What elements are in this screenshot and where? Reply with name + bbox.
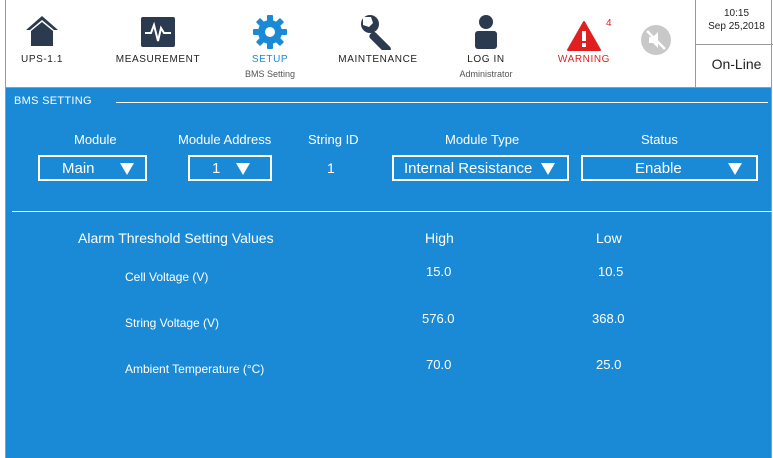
module-dropdown-value: Main bbox=[62, 160, 95, 177]
cell-voltage-low[interactable]: 10.5 bbox=[598, 264, 623, 279]
nav-login-sublabel: Administrator bbox=[459, 69, 513, 79]
nav-maintenance[interactable]: MAINTENANCE bbox=[332, 0, 424, 87]
string-voltage-low[interactable]: 368.0 bbox=[592, 311, 625, 326]
status-dropdown[interactable]: Enable bbox=[581, 155, 758, 181]
module-address-dropdown-value: 1 bbox=[212, 160, 221, 177]
user-icon bbox=[473, 14, 499, 55]
chevron-down-icon bbox=[728, 163, 742, 175]
string-id-value: 1 bbox=[327, 160, 335, 176]
module-dropdown[interactable]: Main bbox=[38, 155, 147, 181]
top-navigation-bar: UPS-1.1 MEASUREMENT SETUP BMS Setting MA… bbox=[6, 0, 773, 88]
nav-setup[interactable]: SETUP BMS Setting bbox=[230, 0, 310, 87]
nav-warning[interactable]: 4 WARNING bbox=[542, 0, 626, 87]
chevron-down-icon bbox=[236, 163, 250, 175]
high-column-header: High bbox=[425, 230, 454, 246]
warning-icon bbox=[566, 20, 602, 57]
status-header: Status bbox=[641, 132, 678, 147]
cell-voltage-high[interactable]: 15.0 bbox=[426, 264, 451, 279]
threshold-title: Alarm Threshold Setting Values bbox=[78, 230, 274, 246]
mute-speaker-icon bbox=[640, 24, 672, 61]
chevron-down-icon bbox=[120, 163, 134, 175]
section-title: BMS SETTING bbox=[14, 95, 92, 107]
nav-login-label: LOG IN bbox=[467, 54, 505, 65]
string-voltage-high[interactable]: 576.0 bbox=[422, 311, 455, 326]
clock-time: 10:15 bbox=[723, 8, 750, 19]
nav-login[interactable]: LOG IN Administrator bbox=[446, 0, 526, 87]
nav-measurement-label: MEASUREMENT bbox=[115, 54, 201, 65]
nav-ups[interactable]: UPS-1.1 bbox=[10, 0, 74, 87]
module-type-header: Module Type bbox=[445, 132, 520, 147]
warning-count-badge: 4 bbox=[606, 18, 612, 29]
nav-setup-label: SETUP bbox=[251, 54, 289, 65]
nav-setup-sublabel: BMS Setting bbox=[244, 69, 296, 79]
nav-maintenance-label: MAINTENANCE bbox=[338, 54, 418, 65]
module-address-header: Module Address bbox=[178, 132, 272, 147]
chevron-down-icon bbox=[541, 163, 555, 175]
status-dropdown-value: Enable bbox=[635, 160, 682, 177]
low-column-header: Low bbox=[596, 230, 622, 246]
ambient-temperature-low[interactable]: 25.0 bbox=[596, 357, 621, 372]
module-header: Module bbox=[74, 132, 117, 147]
nav-mute[interactable] bbox=[630, 0, 682, 87]
gear-icon bbox=[252, 14, 288, 55]
status-panel: 10:15 Sep 25,2018 On-Line bbox=[695, 0, 773, 87]
section-title-rule bbox=[116, 102, 768, 103]
panel-divider bbox=[12, 211, 772, 212]
bms-setting-panel: BMS SETTING Module Module Address String… bbox=[6, 88, 772, 458]
ambient-temperature-label: Ambient Temperature (°C) bbox=[125, 362, 265, 376]
nav-warning-label: WARNING bbox=[557, 54, 611, 65]
status-divider bbox=[696, 44, 773, 45]
nav-ups-label: UPS-1.1 bbox=[21, 54, 63, 65]
ambient-temperature-high[interactable]: 70.0 bbox=[426, 357, 451, 372]
string-voltage-label: String Voltage (V) bbox=[125, 316, 220, 330]
module-type-dropdown-value: Internal Resistance bbox=[404, 160, 533, 177]
nav-measurement[interactable]: MEASUREMENT bbox=[106, 0, 210, 87]
clock-date: Sep 25,2018 bbox=[708, 21, 765, 32]
waveform-icon bbox=[141, 17, 175, 52]
module-address-dropdown[interactable]: 1 bbox=[188, 155, 272, 181]
module-type-dropdown[interactable]: Internal Resistance bbox=[392, 155, 569, 181]
home-icon bbox=[24, 14, 60, 53]
wrench-icon bbox=[360, 14, 396, 55]
ups-state: On-Line bbox=[711, 56, 762, 72]
cell-voltage-label: Cell Voltage (V) bbox=[125, 270, 209, 284]
string-id-header: String ID bbox=[308, 132, 359, 147]
